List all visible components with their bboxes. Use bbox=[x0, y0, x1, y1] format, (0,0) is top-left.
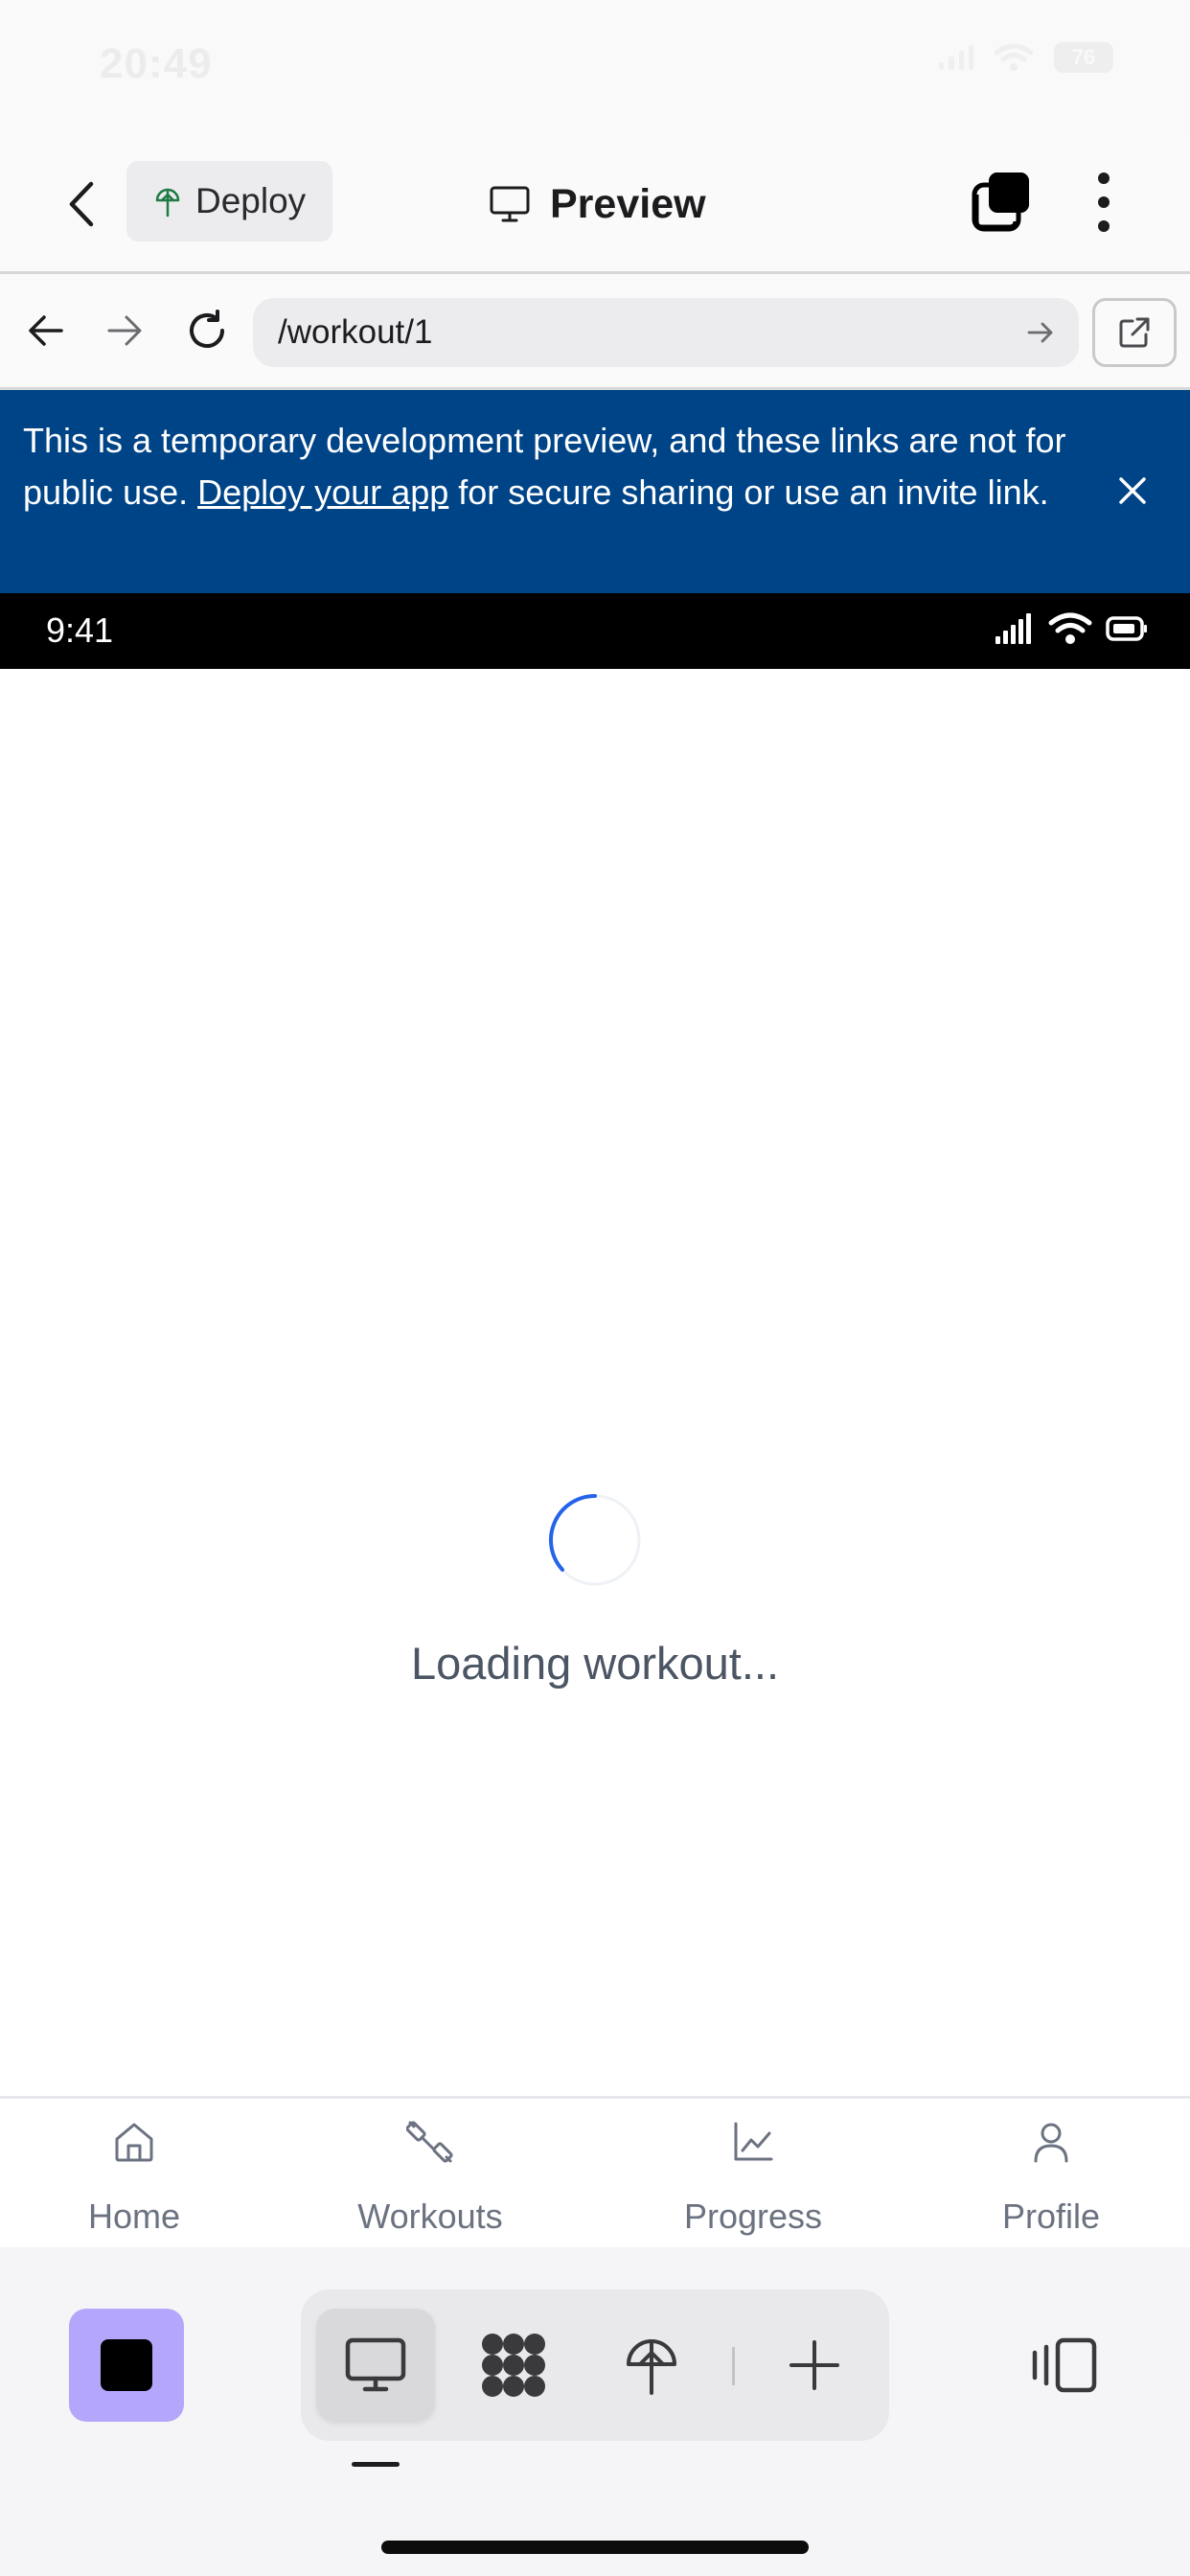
user-icon bbox=[1034, 2123, 1068, 2163]
dock-preview-button[interactable] bbox=[316, 2309, 435, 2422]
editor-dock bbox=[0, 2247, 1190, 2576]
more-dot bbox=[1098, 196, 1110, 208]
go-arrow-icon[interactable] bbox=[1021, 313, 1060, 352]
stop-icon bbox=[101, 2339, 152, 2391]
loading-spinner bbox=[548, 1494, 641, 1586]
close-icon bbox=[1119, 477, 1146, 504]
back-button[interactable] bbox=[54, 172, 107, 236]
loading-text: Loading workout... bbox=[410, 1638, 780, 1689]
url-bar: /workout/1 bbox=[0, 277, 1190, 390]
browser-forward-button[interactable] bbox=[96, 302, 153, 359]
page-title-text: Preview bbox=[550, 180, 706, 227]
battery-icon: 76 bbox=[1054, 42, 1113, 73]
more-options-button[interactable] bbox=[1087, 169, 1121, 236]
deploy-your-app-link[interactable]: Deploy your app bbox=[197, 472, 448, 512]
deploy-icon bbox=[155, 188, 180, 218]
dock-view-switcher bbox=[301, 2289, 889, 2441]
monitor-icon bbox=[490, 186, 530, 222]
dev-preview-banner: This is a temporary development preview,… bbox=[0, 390, 1190, 593]
battery-icon bbox=[1106, 616, 1147, 641]
reload-button[interactable] bbox=[178, 302, 236, 359]
home-icon bbox=[115, 2123, 153, 2162]
app-status-bar: 9:41 bbox=[0, 593, 1190, 669]
deploy-button[interactable]: Deploy bbox=[126, 161, 332, 242]
chevron-left-icon bbox=[69, 181, 94, 227]
url-text: /workout/1 bbox=[278, 313, 433, 351]
tab-label: Profile bbox=[1001, 2196, 1101, 2236]
app-tab-bar: Home Workouts Progress Profile bbox=[0, 2096, 1190, 2247]
url-input[interactable]: /workout/1 bbox=[253, 298, 1079, 367]
dock-add-button[interactable] bbox=[755, 2309, 874, 2422]
wifi-icon bbox=[1048, 612, 1092, 644]
agent-icon bbox=[482, 2334, 545, 2397]
cellular-signal-icon bbox=[995, 613, 1031, 644]
tab-workouts[interactable]: Workouts bbox=[315, 2108, 545, 2242]
system-status-bar: 20:49 76 bbox=[0, 0, 1190, 134]
tab-label: Progress bbox=[683, 2196, 823, 2236]
arrow-left-icon bbox=[29, 315, 63, 346]
system-indicators: 76 bbox=[939, 42, 1113, 73]
tab-home[interactable]: Home bbox=[19, 2108, 249, 2242]
banner-text: This is a temporary development preview,… bbox=[23, 415, 1087, 518]
external-link-icon bbox=[1119, 317, 1150, 348]
deploy-label: Deploy bbox=[195, 181, 307, 220]
tab-profile[interactable]: Profile bbox=[936, 2108, 1166, 2242]
more-dot bbox=[1098, 220, 1110, 232]
preview-topbar: Deploy Preview bbox=[0, 134, 1190, 274]
monitor-icon bbox=[345, 2337, 406, 2392]
banner-close-button[interactable] bbox=[1113, 472, 1152, 515]
cellular-signal-icon bbox=[939, 45, 973, 70]
page-title: Preview bbox=[489, 172, 706, 236]
tab-label: Home bbox=[87, 2196, 181, 2236]
deploy-icon bbox=[627, 2339, 676, 2395]
tab-label: Workouts bbox=[357, 2196, 503, 2236]
system-time: 20:49 bbox=[100, 40, 213, 87]
more-dot bbox=[1098, 172, 1110, 184]
tab-progress[interactable]: Progress bbox=[638, 2108, 868, 2242]
reload-icon bbox=[190, 310, 224, 348]
banner-text-after: for secure sharing or use an invite link… bbox=[448, 472, 1049, 512]
active-tab-indicator bbox=[352, 2462, 400, 2467]
tabs-icon bbox=[972, 172, 1029, 232]
plus-icon bbox=[790, 2340, 839, 2390]
open-external-button[interactable] bbox=[1092, 298, 1177, 367]
home-indicator bbox=[381, 2541, 809, 2554]
dock-deploy-button[interactable] bbox=[592, 2309, 711, 2422]
panel-icon bbox=[1032, 2337, 1097, 2393]
dumbbell-icon bbox=[406, 2121, 453, 2163]
app-status-indicators bbox=[995, 612, 1148, 645]
dock-agent-button[interactable] bbox=[454, 2309, 573, 2422]
app-status-time: 9:41 bbox=[46, 610, 114, 650]
browser-back-button[interactable] bbox=[17, 302, 75, 359]
wifi-icon bbox=[995, 43, 1033, 71]
app-content: Loading workout... bbox=[0, 669, 1190, 2096]
toggle-panel-button[interactable] bbox=[1025, 2309, 1102, 2422]
dock-separator bbox=[732, 2347, 735, 2385]
arrow-right-icon bbox=[107, 315, 142, 346]
tabs-switcher-button[interactable] bbox=[970, 169, 1033, 232]
chart-line-icon bbox=[734, 2122, 773, 2161]
stop-button[interactable] bbox=[69, 2309, 184, 2422]
